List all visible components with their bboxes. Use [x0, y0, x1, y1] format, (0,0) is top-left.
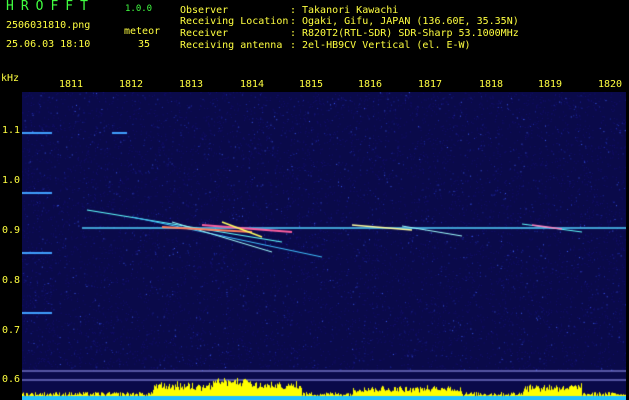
x-tick-label: 1820 [598, 79, 623, 90]
meteor-count: 35 [138, 39, 151, 50]
x-tick-label: 1811 [59, 79, 84, 90]
datetime-label: 25.06.03 18:10 [6, 39, 91, 50]
y-tick-label: 1.1 [2, 125, 21, 136]
meteor-label: meteor [124, 26, 161, 37]
y-tick-label: 0.9 [2, 225, 21, 236]
x-tick-label: 1819 [538, 79, 563, 90]
info-value-receiver: R820T2(RTL-SDR) SDR-Sharp 53.1000MHz [302, 28, 519, 39]
y-tick-label: 0.7 [2, 325, 21, 336]
info-value-antenna: 2el-HB9CV Vertical (el. E-W) [302, 40, 471, 51]
x-tick-label: 1814 [240, 79, 265, 90]
info-key-antenna: Receiving antenna [180, 40, 283, 51]
info-colon: : [290, 28, 297, 39]
info-colon: : [290, 16, 297, 27]
app-version: 1.0.0 [125, 4, 153, 14]
y-tick-label: 0.8 [2, 275, 21, 286]
y-tick-label: 1.0 [2, 175, 21, 186]
info-colon: : [290, 40, 297, 51]
x-tick-label: 1813 [179, 79, 204, 90]
x-tick-label: 1812 [119, 79, 144, 90]
y-tick-label: 0.6 [2, 374, 21, 385]
x-tick-label: 1818 [479, 79, 504, 90]
filename-label: 2506031810.png [6, 20, 91, 31]
hrofft-screen: HROFFT 1.0.0 2506031810.png 25.06.03 18:… [0, 0, 629, 400]
y-axis-unit: kHz [1, 73, 20, 84]
info-value-location: Ogaki, Gifu, JAPAN (136.60E, 35.35N) [302, 16, 519, 27]
app-title: HROFFT [6, 0, 95, 14]
spectrogram [22, 92, 626, 400]
x-tick-label: 1816 [358, 79, 383, 90]
x-tick-label: 1817 [418, 79, 443, 90]
info-key-location: Receiving Location [180, 16, 289, 27]
info-key-receiver: Receiver [180, 28, 229, 39]
x-tick-label: 1815 [299, 79, 324, 90]
